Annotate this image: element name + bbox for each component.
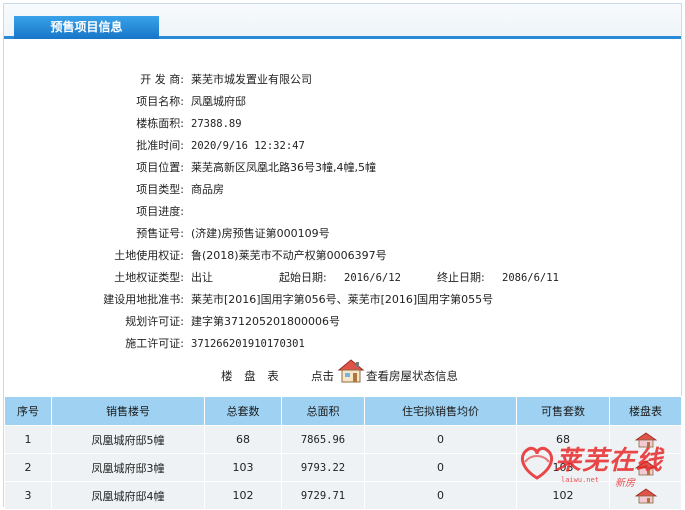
cell-total-units: 68 [204, 425, 282, 454]
house-icon[interactable] [634, 460, 658, 476]
planning-permit-row: 规划许可证: 建字第371205201800006号 [4, 313, 681, 331]
house-icon[interactable] [337, 358, 365, 384]
col-header-total-units: 总套数 [204, 396, 282, 426]
col-header-available-units: 可售套数 [516, 396, 610, 426]
progress-row: 项目进度: [4, 203, 681, 221]
presale-cert-row: 预售证号: (济建)房预售证第000109号 [4, 225, 681, 243]
project-name-label: 项目名称: [136, 95, 184, 108]
cell-total-area: 9729.71 [281, 481, 365, 510]
land-right-row: 土地权证类型: 出让 起始日期: 2016/6/12 终止日期: 2086/6/… [4, 269, 681, 287]
type-value: 商品房 [191, 183, 224, 196]
cell-available-units: 68 [516, 425, 610, 454]
location-value: 莱芜高新区凤凰北路36号3幢,4幢,5幢 [191, 161, 376, 174]
cell-index: 1 [4, 425, 52, 454]
floor-plan-title: 楼 盘 表 [221, 369, 283, 383]
presale-cert-label: 预售证号: [136, 227, 184, 240]
cell-avg-price: 0 [364, 481, 517, 510]
col-header-total-area: 总面积 [281, 396, 365, 426]
project-name-value: 凤凰城府邸 [191, 95, 246, 108]
start-date-value: 2016/6/12 [344, 272, 401, 284]
end-date-value: 2086/6/11 [502, 272, 559, 284]
area-label: 楼栋面积: [136, 117, 184, 130]
developer-label: 开 发 商: [140, 73, 184, 86]
approve-time-label: 批准时间: [136, 139, 184, 152]
cell-total-units: 102 [204, 481, 282, 510]
cell-building: 凤凰城府邸5幢 [51, 425, 205, 454]
land-approval-row: 建设用地批准书: 莱芜市[2016]国用字第056号、莱芜市[2016]国用字第… [4, 291, 681, 309]
cell-floor-plan [609, 453, 682, 482]
cell-avg-price: 0 [364, 453, 517, 482]
cell-floor-plan [609, 425, 682, 454]
location-row: 项目位置: 莱芜高新区凤凰北路36号3幢,4幢,5幢 [4, 159, 681, 177]
planning-permit-value: 建字第371205201800006号 [191, 315, 340, 328]
construction-permit-row: 施工许可证: 371266201910170301 [4, 335, 681, 353]
area-row: 楼栋面积: 27388.89 [4, 115, 681, 133]
land-right-type-label: 土地权证类型: [114, 271, 184, 284]
construction-permit-value: 371266201910170301 [191, 338, 305, 350]
type-label: 项目类型: [136, 183, 184, 196]
end-date-label: 终止日期: [437, 271, 485, 284]
cell-total-area: 7865.96 [281, 425, 365, 454]
table-row: 1 凤凰城府邸5幢 68 7865.96 0 68 [4, 425, 682, 454]
land-approval-label: 建设用地批准书: [103, 293, 184, 306]
construction-permit-label: 施工许可证: [125, 337, 184, 350]
cell-available-units: 103 [516, 453, 610, 482]
floor-plan-bar: 楼 盘 表 点击 查看房屋状态信息 [4, 359, 681, 388]
developer-row: 开 发 商: 莱芜市城发置业有限公司 [4, 71, 681, 89]
col-header-index: 序号 [4, 396, 52, 426]
start-date-label: 起始日期: [279, 271, 327, 284]
view-house-status-link[interactable]: 查看房屋状态信息 [366, 364, 458, 388]
developer-value: 莱芜市城发置业有限公司 [191, 73, 312, 86]
cell-building: 凤凰城府邸4幢 [51, 481, 205, 510]
type-row: 项目类型: 商品房 [4, 181, 681, 199]
col-header-floor-plan: 楼盘表 [609, 396, 682, 426]
cell-building: 凤凰城府邸3幢 [51, 453, 205, 482]
area-value: 27388.89 [191, 118, 242, 130]
cell-floor-plan [609, 481, 682, 510]
approve-time-value: 2020/9/16 12:32:47 [191, 140, 305, 152]
land-cert-row: 土地使用权证: 鲁(2018)莱芜市不动产权第0006397号 [4, 247, 681, 265]
cell-total-units: 103 [204, 453, 282, 482]
cell-avg-price: 0 [364, 425, 517, 454]
table-row: 3 凤凰城府邸4幢 102 9729.71 0 102 [4, 481, 682, 510]
house-icon[interactable] [634, 432, 658, 448]
col-header-avg-price: 住宅拟销售均价 [364, 396, 517, 426]
project-info-panel: 预售项目信息 开 发 商: 莱芜市城发置业有限公司 项目名称: 凤凰城府邸 楼栋… [3, 3, 682, 510]
building-table: 序号 销售楼号 总套数 总面积 住宅拟销售均价 可售套数 楼盘表 1 凤凰城府邸… [4, 396, 682, 510]
planning-permit-label: 规划许可证: [125, 315, 184, 328]
table-header-row: 序号 销售楼号 总套数 总面积 住宅拟销售均价 可售套数 楼盘表 [4, 396, 682, 426]
project-name-row: 项目名称: 凤凰城府邸 [4, 93, 681, 111]
house-icon[interactable] [634, 488, 658, 504]
presale-cert-value: (济建)房预售证第000109号 [191, 227, 330, 240]
cell-total-area: 9793.22 [281, 453, 365, 482]
cell-available-units: 102 [516, 481, 610, 510]
land-approval-value: 莱芜市[2016]国用字第056号、莱芜市[2016]国用字第055号 [191, 293, 494, 306]
cell-index: 3 [4, 481, 52, 510]
location-label: 项目位置: [136, 161, 184, 174]
land-cert-value: 鲁(2018)莱芜市不动产权第0006397号 [191, 249, 387, 262]
tab-bar: 预售项目信息 [4, 4, 681, 39]
tab-presale-info[interactable]: 预售项目信息 [14, 16, 159, 39]
approve-time-row: 批准时间: 2020/9/16 12:32:47 [4, 137, 681, 155]
table-row: 2 凤凰城府邸3幢 103 9793.22 0 103 [4, 453, 682, 482]
floor-plan-click-label: 点击 [311, 369, 334, 383]
cell-index: 2 [4, 453, 52, 482]
land-cert-label: 土地使用权证: [114, 249, 184, 262]
col-header-building: 销售楼号 [51, 396, 205, 426]
progress-label: 项目进度: [136, 205, 184, 218]
land-right-type-value: 出让 [191, 271, 213, 284]
